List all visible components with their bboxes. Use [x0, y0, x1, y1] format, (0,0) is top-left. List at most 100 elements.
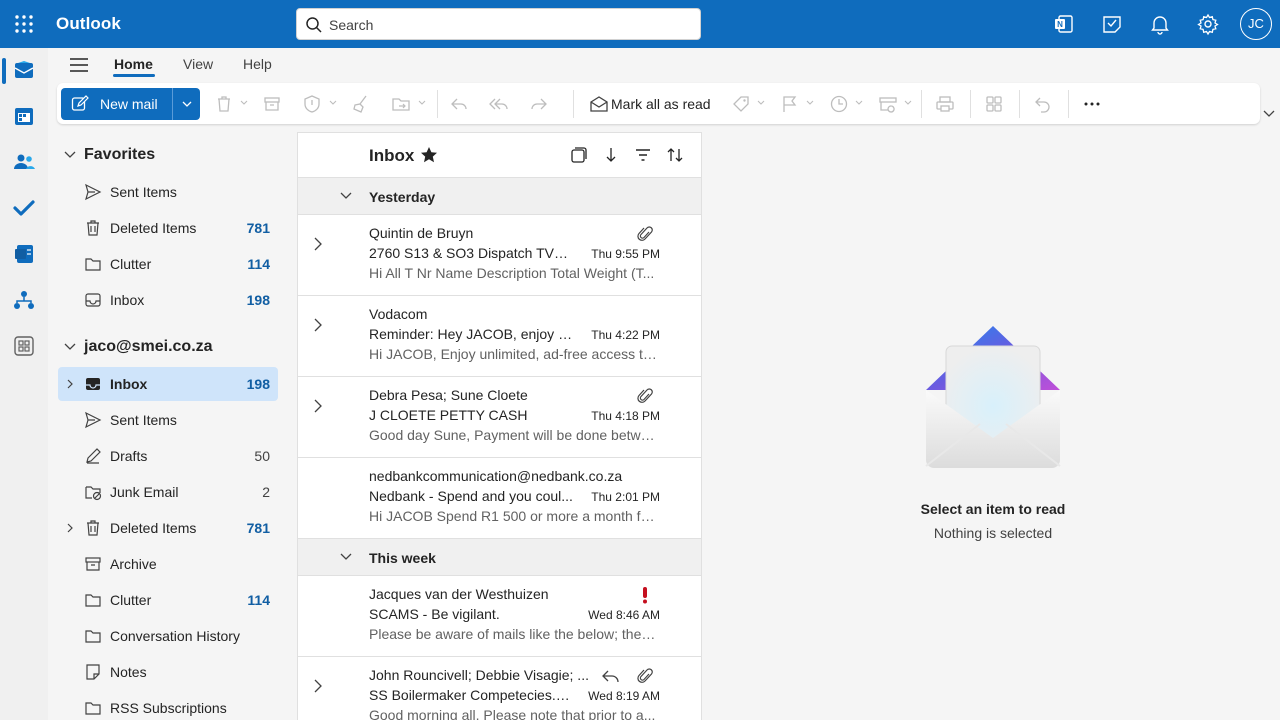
folder-label: Inbox — [110, 292, 145, 308]
favorites-collapse-icon[interactable] — [64, 151, 76, 159]
ribbon-expand-icon[interactable] — [1263, 110, 1275, 118]
mail-app-icon[interactable] — [12, 58, 36, 82]
todo-note-icon[interactable] — [1100, 12, 1124, 36]
chevron-down-icon[interactable] — [904, 100, 912, 106]
report-shield-icon[interactable] — [302, 94, 322, 114]
tab-view[interactable]: View — [183, 56, 213, 72]
more-apps-icon[interactable] — [12, 334, 36, 358]
chevron-down-icon — [340, 192, 352, 199]
hamburger-menu-icon[interactable] — [68, 54, 90, 76]
word-app-icon[interactable] — [12, 242, 36, 266]
chevron-down-icon[interactable] — [806, 100, 814, 106]
ribbon-divider — [970, 90, 971, 118]
avatar[interactable]: JC — [1240, 8, 1272, 40]
rules-icon[interactable] — [878, 94, 898, 114]
folder-archive[interactable]: Archive — [58, 547, 278, 581]
people-app-icon[interactable] — [12, 150, 36, 174]
folder-clutter[interactable]: Clutter 114 — [58, 583, 278, 617]
message-row[interactable]: Vodacom Reminder: Hey JACOB, enjoy Pri..… — [298, 296, 701, 377]
trash-icon — [87, 520, 99, 536]
message-row[interactable]: John Rouncivell; Debbie Visagie; ... SS … — [298, 657, 701, 720]
onenote-icon[interactable]: N — [1052, 12, 1076, 36]
filter-icon[interactable] — [634, 146, 652, 164]
favorites-header[interactable]: Favorites — [84, 146, 155, 164]
jump-to-icon[interactable] — [602, 146, 620, 164]
gear-icon[interactable] — [1196, 12, 1220, 36]
reply-icon[interactable] — [449, 94, 469, 114]
message-preview: Hi JACOB, Enjoy unlimited, ad-free acces… — [369, 346, 657, 362]
star-favorite-icon[interactable] — [419, 145, 439, 165]
calendar-app-icon[interactable] — [12, 104, 36, 128]
message-subject: SCAMS - Be vigilant. — [369, 606, 500, 622]
archive-icon[interactable] — [262, 94, 282, 114]
sort-icon[interactable] — [666, 146, 684, 164]
chevron-down-icon[interactable] — [240, 100, 248, 106]
tab-help[interactable]: Help — [243, 56, 272, 72]
group-header-this-week[interactable]: This week — [298, 539, 701, 576]
chevron-down-icon[interactable] — [757, 100, 765, 106]
chevron-right-icon[interactable] — [313, 679, 323, 693]
apps-icon[interactable] — [984, 94, 1004, 114]
delete-icon[interactable] — [214, 94, 234, 114]
account-header[interactable]: jaco@smei.co.za — [84, 338, 213, 356]
message-preview: Please be aware of mails like the below;… — [369, 626, 657, 642]
folder-conversation-history[interactable]: Conversation History — [58, 619, 278, 653]
favorite-inbox[interactable]: Inbox 198 — [58, 283, 278, 317]
folder-inbox[interactable]: Inbox 198 — [58, 367, 278, 401]
new-mail-button[interactable]: New mail — [61, 88, 172, 120]
rail-active-indicator — [2, 58, 6, 84]
folder-deleted-items[interactable]: Deleted Items 781 — [58, 511, 278, 545]
favorite-deleted-items[interactable]: Deleted Items 781 — [58, 211, 278, 245]
chevron-down-icon[interactable] — [855, 100, 863, 106]
move-to-folder-icon[interactable] — [391, 94, 411, 114]
message-row[interactable]: nedbankcommunication@nedbank.co.za Nedba… — [298, 458, 701, 539]
more-options-icon[interactable] — [1082, 94, 1102, 114]
note-icon — [86, 664, 100, 680]
message-row[interactable]: Jacques van der Westhuizen SCAMS - Be vi… — [298, 576, 701, 657]
favorite-sent-items[interactable]: Sent Items — [58, 175, 278, 209]
item-count: 50 — [254, 448, 270, 464]
account-collapse-icon[interactable] — [64, 343, 76, 351]
chevron-down-icon[interactable] — [418, 100, 426, 106]
folder-sent-items[interactable]: Sent Items — [58, 403, 278, 437]
todo-app-icon[interactable] — [12, 196, 36, 220]
new-mail-dropdown[interactable] — [172, 88, 200, 120]
trash-icon — [87, 220, 99, 236]
folder-drafts[interactable]: Drafts 50 — [58, 439, 278, 473]
undo-icon[interactable] — [1033, 94, 1053, 114]
chevron-right-icon[interactable] — [313, 237, 323, 251]
reading-pane-title: Select an item to read — [920, 501, 1066, 517]
reply-all-icon[interactable] — [489, 94, 509, 114]
chevron-right-icon[interactable] — [65, 523, 75, 533]
chevron-right-icon[interactable] — [65, 379, 75, 389]
folder-rss-subscriptions[interactable]: RSS Subscriptions — [58, 691, 278, 720]
message-row[interactable]: Debra Pesa; Sune Cloete J CLOETE PETTY C… — [298, 377, 701, 458]
chevron-right-icon[interactable] — [313, 318, 323, 332]
chevron-down-icon[interactable] — [329, 100, 337, 106]
select-all-icon[interactable] — [570, 146, 588, 164]
flag-icon[interactable] — [780, 94, 800, 114]
message-time: Wed 8:46 AM — [588, 608, 660, 622]
folder-notes[interactable]: Notes — [58, 655, 278, 689]
search-input[interactable]: Search — [329, 17, 373, 33]
chevron-right-icon[interactable] — [313, 399, 323, 413]
sweep-icon[interactable] — [351, 94, 371, 114]
print-icon[interactable] — [935, 94, 955, 114]
tab-home[interactable]: Home — [114, 56, 153, 72]
group-header-yesterday[interactable]: Yesterday — [298, 178, 701, 215]
app-launcher-icon[interactable] — [12, 12, 36, 36]
favorite-clutter[interactable]: Clutter 114 — [58, 247, 278, 281]
bell-icon[interactable] — [1148, 12, 1172, 36]
org-explorer-icon[interactable] — [12, 288, 36, 312]
folder-junk-email[interactable]: Junk Email 2 — [58, 475, 278, 509]
message-row[interactable]: Quintin de Bruyn 2760 S13 & SO3 Dispatch… — [298, 215, 701, 296]
snooze-clock-icon[interactable] — [829, 94, 849, 114]
search-icon — [306, 17, 322, 33]
mark-all-read-icon[interactable] — [589, 94, 609, 114]
tag-icon[interactable] — [731, 94, 751, 114]
search-box[interactable]: Search — [296, 8, 701, 40]
app-name[interactable]: Outlook — [56, 14, 121, 34]
compose-icon — [71, 95, 89, 111]
mark-all-read-button[interactable]: Mark all as read — [611, 96, 711, 112]
forward-icon[interactable] — [529, 94, 549, 114]
